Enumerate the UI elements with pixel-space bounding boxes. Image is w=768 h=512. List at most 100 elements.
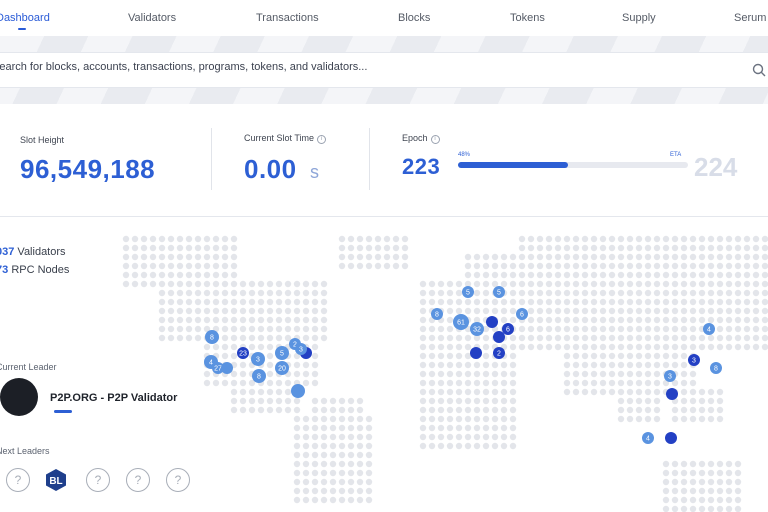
map-dot [545, 343, 553, 351]
unknown-leader-icon[interactable]: ? [6, 468, 30, 492]
validator-cluster-marker[interactable] [493, 331, 505, 343]
search-icon[interactable] [752, 63, 766, 77]
map-dot [608, 244, 616, 252]
map-dot [626, 307, 634, 315]
map-dot [167, 235, 175, 243]
validator-cluster-count: 61 [457, 320, 465, 327]
nav-tab-validators[interactable]: Validators [128, 12, 176, 24]
map-dot [599, 280, 607, 288]
validator-cluster-count: 8 [714, 366, 718, 373]
map-dot [644, 370, 652, 378]
map-dot [608, 379, 616, 387]
map-dot [761, 253, 768, 261]
map-dot [725, 253, 733, 261]
map-dot [617, 343, 625, 351]
map-dot [743, 280, 751, 288]
map-dot [581, 388, 589, 396]
nav-tab-blocks[interactable]: Blocks [398, 12, 430, 24]
unknown-leader-icon[interactable]: ? [166, 468, 190, 492]
map-dot [662, 262, 670, 270]
map-dot [626, 298, 634, 306]
map-dot [248, 289, 256, 297]
map-dot [491, 388, 499, 396]
map-dot [293, 307, 301, 315]
map-dot [671, 280, 679, 288]
map-dot [599, 388, 607, 396]
nav-tab-serum[interactable]: Serum [734, 12, 766, 24]
map-dot [617, 388, 625, 396]
map-dot [491, 370, 499, 378]
unknown-leader-icon[interactable]: ? [126, 468, 150, 492]
nav-tab-dashboard[interactable]: Dashboard [0, 12, 50, 24]
map-dot [329, 487, 337, 495]
map-dot [644, 289, 652, 297]
map-dot [464, 442, 472, 450]
map-dot [158, 289, 166, 297]
info-icon[interactable]: i [430, 135, 440, 144]
nav-tab-tokens[interactable]: Tokens [510, 12, 545, 24]
validator-cluster-marker[interactable] [666, 388, 678, 400]
map-dot [518, 325, 526, 333]
map-dot [203, 244, 211, 252]
map-dot [122, 235, 130, 243]
map-dot [662, 307, 670, 315]
map-dot [689, 397, 697, 405]
nav-tab-supply[interactable]: Supply [622, 12, 656, 24]
current-leader-label: Current Leader [0, 362, 57, 372]
validator-cluster-count: 6 [506, 327, 510, 334]
map-dot [428, 343, 436, 351]
map-dot [644, 307, 652, 315]
map-dot [257, 397, 265, 405]
map-dot [653, 370, 661, 378]
map-dot [752, 298, 760, 306]
leader-avatar[interactable] [0, 378, 38, 416]
map-dot [266, 397, 274, 405]
map-dot [176, 262, 184, 270]
map-dot [158, 235, 166, 243]
map-dot [635, 415, 643, 423]
map-dot [680, 388, 688, 396]
map-dot [752, 325, 760, 333]
validator-cluster-marker[interactable] [291, 384, 305, 398]
map-dot [518, 235, 526, 243]
unknown-leader-icon[interactable]: ? [86, 468, 110, 492]
map-dot [293, 424, 301, 432]
map-dot [572, 370, 580, 378]
map-dot [716, 289, 724, 297]
validator-cluster-marker[interactable] [486, 316, 498, 328]
validator-cluster-marker[interactable] [470, 347, 482, 359]
current-leader-name[interactable]: P2P.ORG - P2P Validator [50, 392, 177, 404]
map-dot [590, 343, 598, 351]
epoch-label-text: Epoch [402, 133, 428, 143]
validator-cluster-marker[interactable] [665, 432, 677, 444]
map-dot [311, 478, 319, 486]
map-dot [608, 352, 616, 360]
map-dot [212, 244, 220, 252]
map-dot [671, 361, 679, 369]
map-dot [662, 343, 670, 351]
map-dot [293, 406, 301, 414]
map-dot [716, 253, 724, 261]
map-dot [554, 280, 562, 288]
search-input[interactable] [0, 61, 732, 73]
map-dot [356, 487, 364, 495]
map-dot [311, 433, 319, 441]
map-dot [608, 325, 616, 333]
map-dot [428, 433, 436, 441]
map-dot [689, 469, 697, 477]
map-dot [761, 289, 768, 297]
map-dot [212, 379, 220, 387]
map-dot [680, 505, 688, 512]
map-dot [464, 388, 472, 396]
map-dot [680, 280, 688, 288]
info-icon[interactable]: i [317, 135, 327, 144]
map-dot [653, 352, 661, 360]
map-dot [239, 325, 247, 333]
bl-leader-logo[interactable]: BL [44, 468, 68, 492]
validator-cluster-marker[interactable] [221, 362, 233, 374]
map-dot [365, 424, 373, 432]
map-dot [302, 316, 310, 324]
map-dot [329, 415, 337, 423]
map-dot [698, 415, 706, 423]
nav-tab-transactions[interactable]: Transactions [256, 12, 319, 24]
